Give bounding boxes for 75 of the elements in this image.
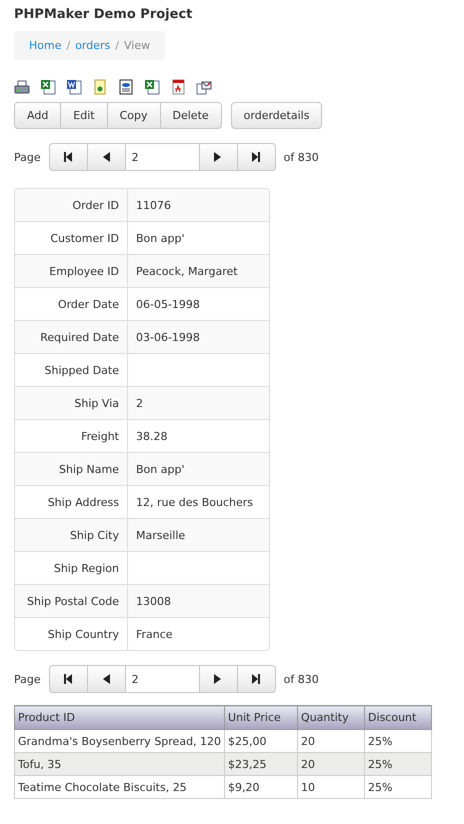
table-cell: 20	[298, 730, 365, 752]
table-cell: 10	[298, 776, 365, 798]
table-cell: $23,25	[224, 752, 298, 776]
page-label: Page	[14, 150, 41, 164]
field-label: Ship City	[15, 519, 128, 551]
field-value: France	[135, 626, 174, 642]
table-cell: Grandma's Boysenberry Spread, 120	[14, 730, 225, 752]
page-count: of 830	[284, 150, 319, 164]
document-icon[interactable]	[66, 79, 82, 95]
last-page-icon	[251, 151, 262, 163]
table-cell: $25,00	[224, 730, 298, 752]
column-header: Unit Price	[224, 706, 298, 730]
table-cell: 25%	[364, 730, 432, 752]
table-cell: 25%	[364, 776, 432, 798]
column-header: Quantity	[298, 706, 365, 730]
field-value: 11076	[135, 198, 172, 214]
field-label: Order ID	[15, 189, 128, 221]
field-value: Bon app'	[135, 230, 186, 246]
page-number-field[interactable]: 2	[126, 143, 200, 171]
field-label: Ship Postal Code	[15, 585, 128, 617]
next-icon	[213, 673, 224, 685]
page-number-field[interactable]: 2	[126, 665, 200, 693]
next-page-button[interactable]	[198, 143, 238, 171]
field-label: Required Date	[15, 321, 128, 353]
printer-icon[interactable]	[14, 79, 30, 95]
previous-icon	[101, 673, 112, 685]
field-value: Peacock, Margaret	[135, 264, 239, 280]
field-value: Bon app'	[135, 462, 186, 478]
field-label: Ship Name	[15, 453, 128, 485]
field-value: 38.28	[135, 428, 168, 444]
breadcrumb-separator: /	[115, 39, 119, 52]
field-value: Marseille	[135, 528, 186, 544]
previous-page-button[interactable]	[86, 665, 126, 693]
last-page-icon	[251, 673, 262, 685]
field-value: 12, rue des Bouchers	[135, 494, 254, 510]
spreadsheet-icon[interactable]	[144, 79, 160, 95]
table-cell: Teatime Chocolate Biscuits, 25	[14, 776, 225, 798]
action-button[interactable]: Copy	[106, 102, 161, 129]
page-label: Page	[14, 672, 41, 686]
spreadsheet-icon[interactable]	[40, 79, 56, 95]
field-value: 06-05-1998	[135, 296, 201, 312]
action-button[interactable]: Delete	[160, 102, 222, 129]
field-value: 2	[135, 396, 144, 412]
page-count: of 830	[284, 672, 319, 686]
action-button[interactable]: Add	[14, 102, 62, 129]
table-cell: Tofu, 35	[14, 752, 225, 776]
details-button[interactable]: orderdetails	[230, 102, 322, 129]
pdf-icon[interactable]	[170, 79, 186, 95]
breadcrumb-separator: /	[66, 39, 70, 52]
email-icon[interactable]	[196, 79, 212, 95]
last-page-button[interactable]	[236, 665, 276, 693]
table-cell: $9,20	[224, 776, 298, 798]
field-label: Employee ID	[15, 255, 128, 287]
field-label: Ship Via	[15, 387, 128, 419]
xml-page-icon[interactable]	[118, 79, 134, 95]
breadcrumb-current: View	[124, 39, 150, 52]
column-header: Product ID	[14, 706, 225, 730]
first-page-icon	[63, 151, 74, 163]
table-cell: 20	[298, 752, 365, 776]
last-page-button[interactable]	[236, 143, 276, 171]
action-button[interactable]: Edit	[60, 102, 108, 129]
first-page-icon	[63, 673, 74, 685]
table-cell: 25%	[364, 752, 432, 776]
first-page-button[interactable]	[48, 143, 88, 171]
field-value: 13008	[135, 594, 172, 610]
column-header: Discount	[364, 706, 432, 730]
previous-page-button[interactable]	[86, 143, 126, 171]
previous-icon	[101, 151, 112, 163]
next-page-button[interactable]	[198, 665, 238, 693]
first-page-button[interactable]	[48, 665, 88, 693]
next-icon	[213, 151, 224, 163]
field-value: 03-06-1998	[135, 330, 201, 346]
field-label: Ship Country	[15, 618, 128, 650]
page-title: PHPMaker Demo Project	[14, 7, 194, 24]
globe-page-icon[interactable]	[92, 79, 108, 95]
